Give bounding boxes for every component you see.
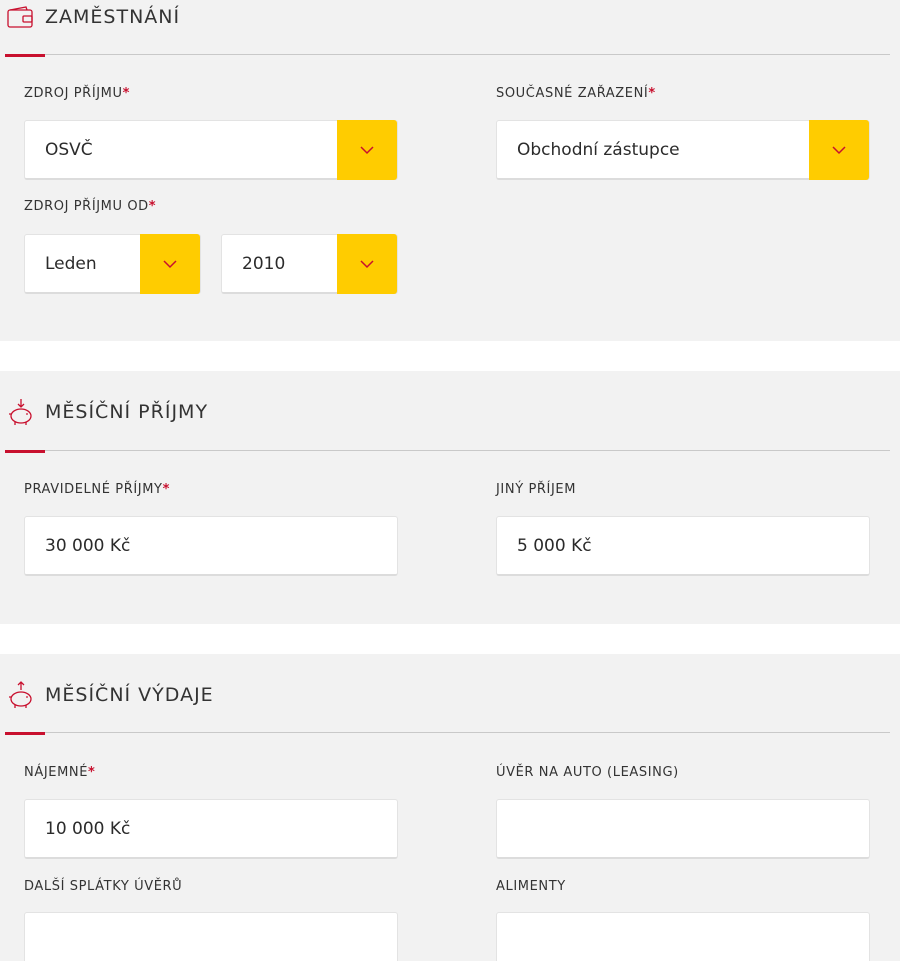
rent-label: NÁJEMNÉ* <box>24 765 96 780</box>
monthly-income-section: MĚSÍČNÍ PŘÍJMY PRAVIDELNÉ PŘÍJMY* 30 000… <box>0 371 900 624</box>
alimony-input[interactable] <box>496 912 870 961</box>
month-value: Leden <box>45 254 97 274</box>
other-loans-label: DALŠÍ SPLÁTKY ÚVĚRŮ <box>24 879 183 894</box>
year-dropdown-button[interactable] <box>337 234 397 294</box>
employment-section: ZAMĚSTNÁNÍ ZDROJ PŘÍJMU* OSVČ SOUČASNÉ Z… <box>0 0 900 341</box>
rent-value: 10 000 Kč <box>45 819 131 839</box>
income-source-value: OSVČ <box>45 140 93 160</box>
section-title: ZAMĚSTNÁNÍ <box>45 6 181 28</box>
income-source-select[interactable]: OSVČ <box>24 120 398 180</box>
income-since-year-select[interactable]: 2010 <box>221 234 398 294</box>
chevron-down-icon <box>360 146 374 155</box>
section-accent-bar <box>5 732 45 735</box>
year-value: 2010 <box>242 254 286 274</box>
position-label: SOUČASNÉ ZAŘAZENÍ* <box>496 86 656 101</box>
chevron-down-icon <box>163 260 177 269</box>
other-income-input[interactable]: 5 000 Kč <box>496 516 870 576</box>
rent-input[interactable]: 10 000 Kč <box>24 799 398 859</box>
regular-income-label: PRAVIDELNÉ PŘÍJMY* <box>24 482 170 497</box>
alimony-label: ALIMENTY <box>496 879 566 894</box>
section-accent-bar <box>5 54 45 57</box>
regular-income-value: 30 000 Kč <box>45 536 131 556</box>
income-since-label: ZDROJ PŘÍJMU OD* <box>24 199 157 214</box>
other-income-label: JINÝ PŘÍJEM <box>496 482 577 497</box>
position-select[interactable]: Obchodní zástupce <box>496 120 870 180</box>
income-source-label: ZDROJ PŘÍJMU* <box>24 86 131 101</box>
section-accent-bar <box>5 450 45 453</box>
car-loan-input[interactable] <box>496 799 870 859</box>
chevron-down-icon <box>360 260 374 269</box>
other-loans-input[interactable] <box>24 912 398 961</box>
section-divider <box>5 54 890 55</box>
chevron-down-icon <box>832 146 846 155</box>
month-dropdown-button[interactable] <box>140 234 200 294</box>
income-since-month-select[interactable]: Leden <box>24 234 201 294</box>
section-divider <box>5 732 890 733</box>
wallet-icon <box>6 4 36 34</box>
piggy-bank-in-icon <box>6 397 36 427</box>
section-divider <box>5 450 890 451</box>
regular-income-input[interactable]: 30 000 Kč <box>24 516 398 576</box>
income-source-dropdown-button[interactable] <box>337 120 397 180</box>
other-income-value: 5 000 Kč <box>517 536 592 556</box>
section-title: MĚSÍČNÍ PŘÍJMY <box>45 401 209 423</box>
piggy-bank-out-icon <box>6 680 36 710</box>
position-dropdown-button[interactable] <box>809 120 869 180</box>
position-value: Obchodní zástupce <box>517 140 680 160</box>
car-loan-label: ÚVĚR NA AUTO (LEASING) <box>496 765 679 780</box>
section-title: MĚSÍČNÍ VÝDAJE <box>45 684 214 706</box>
monthly-expenses-section: MĚSÍČNÍ VÝDAJE NÁJEMNÉ* 10 000 Kč ÚVĚR N… <box>0 654 900 961</box>
